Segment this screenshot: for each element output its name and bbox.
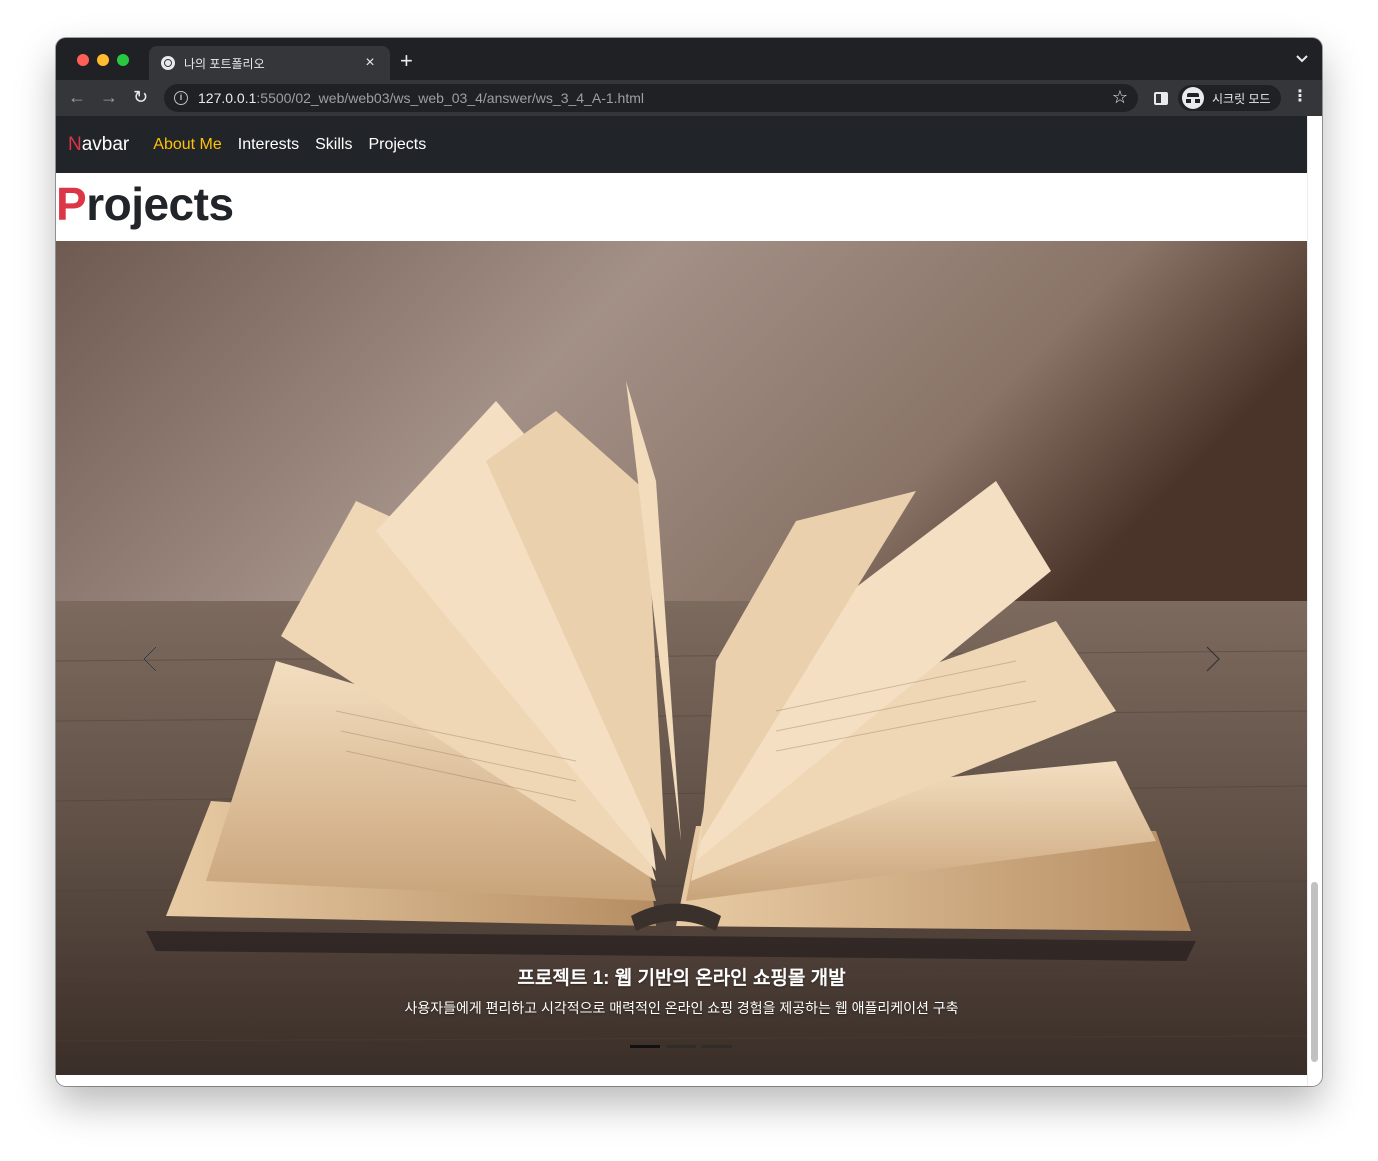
carousel-indicators xyxy=(630,1045,732,1048)
carousel-next-icon[interactable] xyxy=(1195,639,1231,679)
browser-tab[interactable]: 나의 포트폴리오 × xyxy=(149,46,390,80)
carousel-indicator-2[interactable] xyxy=(666,1045,696,1048)
nav-link-projects[interactable]: Projects xyxy=(368,136,426,154)
back-icon[interactable]: ← xyxy=(68,87,86,107)
carousel-indicator-3[interactable] xyxy=(702,1045,732,1048)
carousel-caption-title: 프로젝트 1: 웹 기반의 온라인 쇼핑몰 개발 xyxy=(517,968,846,989)
zoom-window-button[interactable] xyxy=(117,54,129,66)
nav-link-interests[interactable]: Interests xyxy=(238,136,299,154)
title-first-letter: P xyxy=(56,178,87,230)
site-info-icon[interactable]: i xyxy=(174,91,188,105)
bookmark-star-icon[interactable]: ☆ xyxy=(1112,87,1128,108)
minimize-window-button[interactable] xyxy=(97,54,109,66)
url-path: :5500/02_web/web03/ws_web_03_4/answer/ws… xyxy=(256,90,644,106)
browser-window: 나의 포트폴리오 × + ← → ↻ i 127.0.0.1:5500/02_w… xyxy=(56,38,1322,1086)
brand-first-letter: N xyxy=(68,133,82,155)
scrollbar-thumb[interactable] xyxy=(1311,882,1318,1062)
carousel-prev-icon[interactable] xyxy=(132,639,168,679)
page-viewport: Navbar About Me Interests Skills Project… xyxy=(56,116,1322,1086)
tab-strip: 나의 포트폴리오 × + xyxy=(56,38,1322,80)
navbar-brand[interactable]: Navbar xyxy=(68,134,129,156)
address-bar[interactable]: i 127.0.0.1:5500/02_web/web03/ws_web_03_… xyxy=(164,84,1138,112)
new-tab-button[interactable]: + xyxy=(400,50,413,72)
tab-close-icon[interactable]: × xyxy=(362,55,378,71)
globe-icon xyxy=(161,56,175,70)
reload-icon[interactable]: ↻ xyxy=(133,87,148,107)
incognito-icon xyxy=(1182,87,1204,109)
page-scrollbar[interactable] xyxy=(1307,116,1322,1086)
incognito-badge[interactable]: 시크릿 모드 xyxy=(1178,85,1281,111)
nav-link-skills[interactable]: Skills xyxy=(315,136,352,154)
browser-menu-icon[interactable]: ⋮ xyxy=(1292,87,1308,107)
close-window-button[interactable] xyxy=(77,54,89,66)
tab-search-icon[interactable] xyxy=(1296,52,1308,66)
browser-toolbar: ← → ↻ i 127.0.0.1:5500/02_web/web03/ws_w… xyxy=(56,80,1322,116)
brand-rest: avbar xyxy=(81,133,130,155)
url-host: 127.0.0.1 xyxy=(198,90,257,106)
tab-title: 나의 포트폴리오 xyxy=(184,56,265,71)
carousel-indicator-1[interactable] xyxy=(630,1045,660,1048)
page-bottom-area xyxy=(56,1075,1307,1086)
project-carousel: 프로젝트 1: 웹 기반의 온라인 쇼핑몰 개발 사용자들에게 편리하고 시각적… xyxy=(56,241,1307,1075)
carousel-slide-image xyxy=(56,241,1307,1075)
nav-link-about-me[interactable]: About Me xyxy=(153,136,221,154)
incognito-label: 시크릿 모드 xyxy=(1212,91,1271,106)
side-panel-icon[interactable] xyxy=(1154,92,1168,105)
carousel-caption-text: 사용자들에게 편리하고 시각적으로 매력적인 온라인 쇼핑 경험을 제공하는 웹… xyxy=(404,1000,959,1016)
page-title: Projects xyxy=(56,176,234,232)
navbar: Navbar About Me Interests Skills Project… xyxy=(56,116,1307,173)
title-rest: rojects xyxy=(86,178,234,230)
forward-icon[interactable]: → xyxy=(100,87,118,107)
